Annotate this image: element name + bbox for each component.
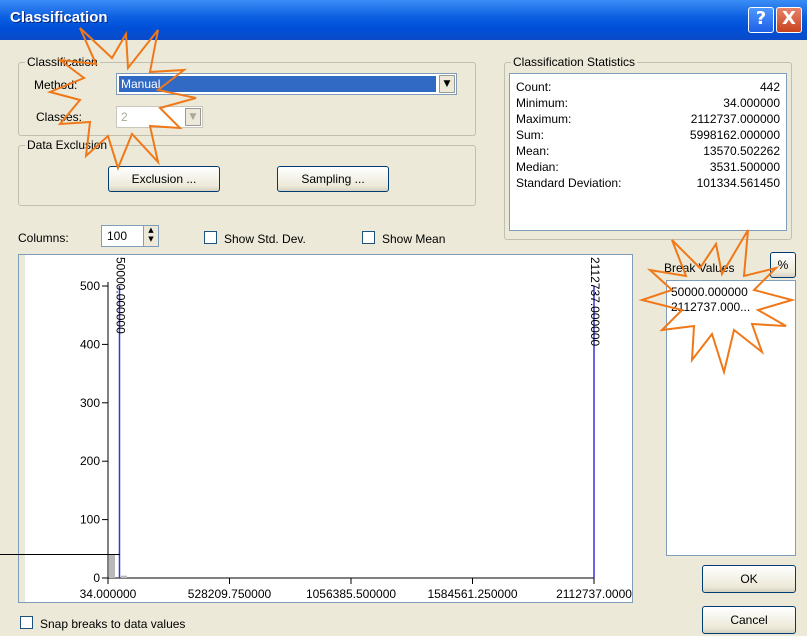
break-values-list[interactable]: 50000.000000 2112737.000... bbox=[666, 280, 796, 556]
columns-label: Columns: bbox=[18, 231, 69, 245]
window-title: Classification bbox=[10, 9, 108, 26]
data-exclusion-group: Data Exclusion bbox=[18, 138, 476, 206]
histogram-panel[interactable]: 0 100 200 300 400 500 34.000000 528209.750000 10… bbox=[18, 254, 633, 603]
show-mean-checkbox[interactable] bbox=[362, 231, 375, 244]
snap-label: Snap breaks to data values bbox=[40, 617, 186, 631]
break-value-item[interactable]: 2112737.000... bbox=[671, 300, 750, 314]
stat-value: 5998162.000000 bbox=[689, 128, 780, 142]
show-std-dev-label: Show Std. Dev. bbox=[224, 232, 306, 246]
stat-key: Maximum: bbox=[516, 112, 572, 126]
show-mean-label: Show Mean bbox=[382, 232, 446, 246]
stat-row: Maximum: 2112737.000000 bbox=[516, 112, 780, 126]
close-button[interactable]: X bbox=[776, 7, 802, 33]
percent-button[interactable]: % bbox=[770, 252, 796, 278]
x-tick-label: 1056385.500000 bbox=[306, 587, 396, 601]
x-tick-label: 1584561.250000 bbox=[427, 587, 517, 601]
stat-row: Minimum: 34.000000 bbox=[516, 96, 780, 110]
y-tick-label: 400 bbox=[80, 337, 100, 351]
exclusion-button[interactable]: Exclusion ... bbox=[108, 166, 220, 192]
y-tick-label: 200 bbox=[80, 454, 100, 468]
histogram-bar bbox=[120, 575, 127, 578]
stat-value: 2112737.000000 bbox=[690, 112, 780, 126]
divider-line bbox=[0, 554, 120, 555]
x-tick-label: 2112737.0000 bbox=[556, 587, 632, 601]
classification-dialog: Classification ? X Classification Method… bbox=[0, 0, 807, 636]
stat-value: 3531.500000 bbox=[709, 160, 780, 174]
break-values-label: Break Values bbox=[664, 261, 735, 275]
histogram-bar bbox=[109, 554, 115, 578]
ok-button[interactable]: OK bbox=[702, 565, 796, 593]
classes-dropdown[interactable]: 2 ▼ bbox=[116, 106, 203, 128]
y-tick-label: 0 bbox=[93, 571, 100, 585]
break-line-label: 50000.000000 bbox=[113, 257, 127, 334]
stat-key: Count: bbox=[516, 80, 552, 94]
method-label: Method: bbox=[34, 78, 78, 92]
stat-row: Sum: 5998162.000000 bbox=[516, 128, 780, 142]
chevron-down-icon[interactable]: ▼ bbox=[185, 108, 201, 126]
x-tick-label: 34.000000 bbox=[80, 587, 137, 601]
stat-value: 34.000000 bbox=[723, 96, 780, 110]
help-button[interactable]: ? bbox=[748, 7, 774, 33]
stat-row: Median: 3531.500000 bbox=[516, 160, 780, 174]
stat-key: Minimum: bbox=[516, 96, 569, 110]
method-dropdown[interactable]: Manual ▼ bbox=[116, 73, 457, 95]
break-line-label: 2112737.000000 bbox=[588, 257, 602, 347]
spin-up-icon[interactable]: ▲ bbox=[144, 226, 158, 235]
spin-down-icon[interactable]: ▼ bbox=[144, 235, 158, 244]
columns-spinner[interactable]: 100 ▲ ▼ bbox=[101, 225, 159, 247]
histogram-chart[interactable]: 0 100 200 300 400 500 34.000000 528209.750000 10… bbox=[19, 255, 632, 602]
title-bar[interactable]: Classification ? X bbox=[0, 0, 807, 40]
x-tick-label: 528209.750000 bbox=[188, 587, 272, 601]
chevron-down-icon[interactable]: ▼ bbox=[439, 75, 455, 93]
stat-key: Standard Deviation: bbox=[516, 176, 622, 190]
sampling-button[interactable]: Sampling ... bbox=[277, 166, 389, 192]
stat-value: 13570.502262 bbox=[703, 144, 780, 158]
method-value: Manual bbox=[119, 76, 436, 92]
columns-value: 100 bbox=[107, 229, 128, 243]
statistics-group-label: Classification Statistics bbox=[511, 55, 638, 69]
break-value-item[interactable]: 50000.000000 bbox=[671, 285, 748, 299]
show-std-dev-checkbox[interactable] bbox=[204, 231, 217, 244]
stat-key: Sum: bbox=[516, 128, 545, 142]
cancel-button[interactable]: Cancel bbox=[702, 606, 796, 634]
stat-key: Mean: bbox=[516, 144, 550, 158]
snap-checkbox[interactable] bbox=[20, 616, 33, 629]
statistics-panel: Count: 442 Minimum: 34.000000 Maximum: 2112… bbox=[509, 73, 787, 231]
stat-key: Median: bbox=[516, 160, 559, 174]
stat-row: Count: 442 bbox=[516, 80, 780, 94]
stat-value: 101334.561450 bbox=[696, 176, 780, 190]
stat-value: 442 bbox=[759, 80, 780, 94]
chart-left-gutter bbox=[19, 255, 25, 602]
spinner-arrows[interactable]: ▲ ▼ bbox=[143, 226, 158, 246]
classification-group-label: Classification bbox=[25, 55, 100, 69]
classes-label: Classes: bbox=[36, 110, 83, 124]
y-tick-label: 500 bbox=[80, 279, 100, 293]
data-exclusion-group-label: Data Exclusion bbox=[25, 138, 110, 152]
y-tick-label: 100 bbox=[80, 513, 100, 527]
stat-row: Standard Deviation: 101334.561450 bbox=[516, 176, 780, 190]
stat-row: Mean: 13570.502262 bbox=[516, 144, 780, 158]
classes-value: 2 bbox=[119, 109, 182, 125]
y-tick-label: 300 bbox=[80, 396, 100, 410]
